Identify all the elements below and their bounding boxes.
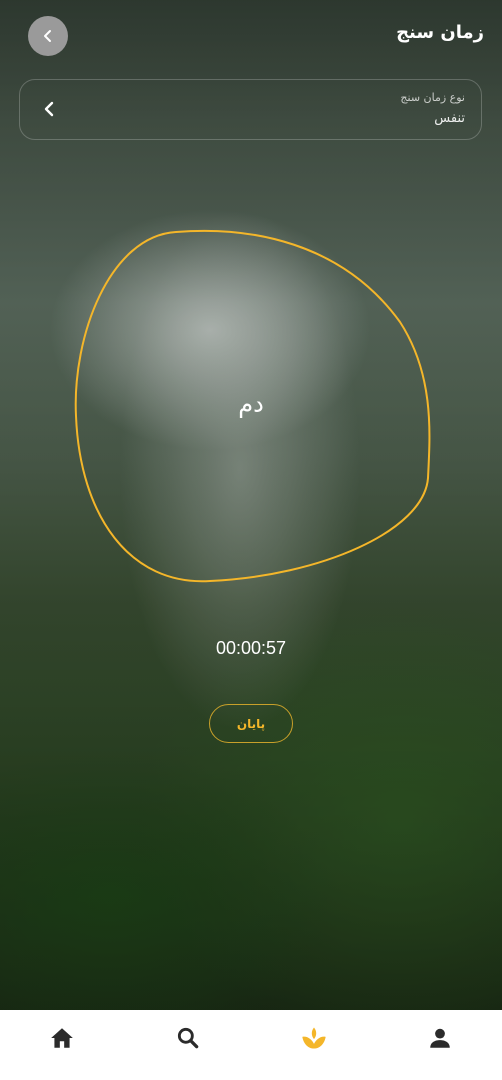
chevron-left-icon: [44, 30, 51, 42]
nav-search[interactable]: [174, 1024, 202, 1052]
header: زمان سنج: [0, 0, 502, 72]
profile-icon: [430, 1028, 450, 1048]
bottom-nav: [0, 1010, 502, 1080]
nav-home[interactable]: [48, 1024, 76, 1052]
end-button[interactable]: پایان: [209, 704, 293, 743]
timer-type-selector[interactable]: نوع زمان سنج تنفس: [19, 79, 482, 140]
timer-type-label: نوع زمان سنج: [400, 91, 465, 104]
page-title: زمان سنج: [396, 22, 484, 43]
back-button[interactable]: [28, 16, 68, 56]
nav-meditation[interactable]: [300, 1024, 328, 1052]
breathing-phase: دم: [238, 390, 264, 418]
timer-type-value: تنفس: [434, 111, 465, 126]
home-icon: [51, 1028, 73, 1048]
lotus-icon: [302, 1027, 326, 1049]
chevron-left-icon: [44, 101, 54, 117]
nav-profile[interactable]: [426, 1024, 454, 1052]
elapsed-time: 00:00:57: [215, 638, 287, 658]
search-icon: [177, 1027, 199, 1049]
